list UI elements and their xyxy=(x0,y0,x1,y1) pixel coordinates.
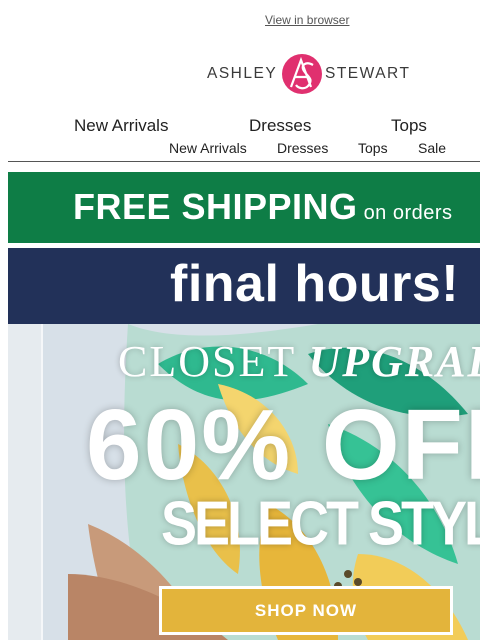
nav-primary-dresses[interactable]: Dresses xyxy=(249,116,311,136)
secondary-nav: New Arrivals Dresses Tops Sale xyxy=(0,140,480,156)
logo-monogram-icon xyxy=(282,54,322,94)
nav-secondary-tops[interactable]: Tops xyxy=(358,140,388,156)
nav-primary-tops[interactable]: Tops xyxy=(391,116,427,136)
hero-top-strip: final hours! xyxy=(8,248,480,324)
nav-divider xyxy=(8,161,480,162)
primary-nav: New Arrivals Dresses Tops xyxy=(0,116,480,136)
free-shipping-text: FREE SHIPPING on orders xyxy=(73,186,453,228)
discount-headline: 60% OFF xyxy=(86,389,480,501)
nav-secondary-sale[interactable]: Sale xyxy=(418,140,446,156)
free-shipping-headline: FREE SHIPPING xyxy=(73,186,358,227)
view-in-browser-link[interactable]: View in browser xyxy=(265,13,349,27)
logo-text-left: ASHLEY xyxy=(207,65,278,82)
free-shipping-banner[interactable]: FREE SHIPPING on orders xyxy=(8,172,480,243)
brand-logo[interactable]: ASHLEY STEWART xyxy=(207,52,417,98)
closet-word: CLOSET xyxy=(118,337,296,386)
nav-secondary-dresses[interactable]: Dresses xyxy=(277,140,328,156)
closet-upgrade-heading: CLOSET UPGRADE xyxy=(118,336,480,387)
final-hours-text: final hours! xyxy=(170,255,460,313)
shop-now-button[interactable]: SHOP NOW xyxy=(159,586,453,635)
nav-secondary-new-arrivals[interactable]: New Arrivals xyxy=(169,140,247,156)
logo-text-right: STEWART xyxy=(325,65,411,82)
free-shipping-sub: on orders xyxy=(363,202,453,224)
hero-banner[interactable]: final hours! CLOSET UPGRADE 60% OFF SELE… xyxy=(8,248,480,640)
select-styles-text: SELECT STYLES xyxy=(161,489,480,559)
upgrade-word: UPGRADE xyxy=(308,337,480,386)
nav-primary-new-arrivals[interactable]: New Arrivals xyxy=(74,116,168,136)
